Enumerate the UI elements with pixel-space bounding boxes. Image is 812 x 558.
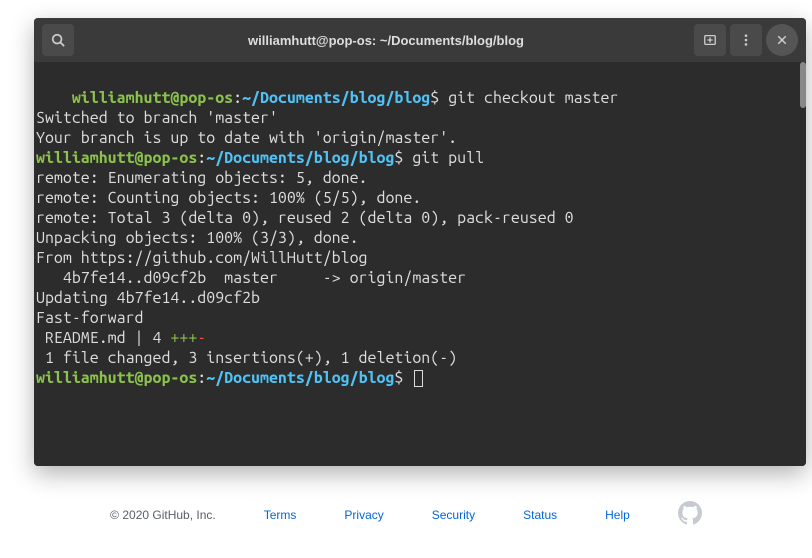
prompt-dollar: $ — [394, 369, 412, 387]
footer-link-terms[interactable]: Terms — [264, 508, 297, 522]
prompt-colon: : — [197, 149, 206, 167]
prompt-user: williamhutt@pop-os — [36, 369, 197, 387]
copyright-text: © 2020 GitHub, Inc. — [110, 508, 216, 522]
scrollbar[interactable] — [800, 62, 806, 108]
command-text: git pull — [412, 149, 484, 167]
window-title: williamhutt@pop-os: ~/Documents/blog/blo… — [78, 33, 694, 48]
prompt-path: ~/Documents/blog/blog — [206, 369, 394, 387]
output-line: 1 file changed, 3 insertions(+), 1 delet… — [36, 349, 457, 367]
prompt-path: ~/Documents/blog/blog — [242, 89, 430, 107]
kebab-menu-icon — [739, 33, 753, 47]
output-line: Switched to branch 'master' — [36, 109, 278, 127]
page-footer: © 2020 GitHub, Inc. Terms Privacy Securi… — [0, 501, 812, 528]
titlebar: williamhutt@pop-os: ~/Documents/blog/blo… — [34, 18, 806, 62]
output-line: Updating 4b7fe14..d09cf2b — [36, 289, 260, 307]
github-logo-icon[interactable] — [678, 501, 702, 528]
titlebar-controls — [694, 24, 798, 56]
prompt-dollar: $ — [430, 89, 448, 107]
search-button[interactable] — [42, 24, 74, 56]
output-line: Your branch is up to date with 'origin/m… — [36, 129, 457, 147]
prompt-dollar: $ — [394, 149, 412, 167]
output-line: Unpacking objects: 100% (3/3), done. — [36, 229, 359, 247]
diff-deletions: - — [197, 329, 206, 347]
footer-link-security[interactable]: Security — [432, 508, 475, 522]
output-line: 4b7fe14..d09cf2b master -> origin/master — [36, 269, 466, 287]
prompt-path: ~/Documents/blog/blog — [206, 149, 394, 167]
menu-button[interactable] — [730, 24, 762, 56]
footer-link-status[interactable]: Status — [523, 508, 557, 522]
terminal-window: williamhutt@pop-os: ~/Documents/blog/blo… — [34, 18, 806, 466]
prompt-user: williamhutt@pop-os — [72, 89, 233, 107]
terminal-body[interactable]: williamhutt@pop-os:~/Documents/blog/blog… — [34, 62, 806, 466]
footer-link-help[interactable]: Help — [605, 508, 630, 522]
output-line: Fast-forward — [36, 309, 144, 327]
close-button[interactable] — [766, 24, 798, 56]
output-line: From https://github.com/WillHutt/blog — [36, 249, 368, 267]
command-text: git checkout master — [448, 89, 618, 107]
new-tab-button[interactable] — [694, 24, 726, 56]
prompt-colon: : — [197, 369, 206, 387]
footer-link-privacy[interactable]: Privacy — [344, 508, 383, 522]
close-icon — [776, 34, 788, 46]
output-line: README.md | 4 — [36, 329, 170, 347]
output-line: remote: Enumerating objects: 5, done. — [36, 169, 368, 187]
search-icon — [51, 33, 65, 47]
new-tab-icon — [703, 33, 717, 47]
output-line: remote: Counting objects: 100% (5/5), do… — [36, 189, 421, 207]
diff-additions: +++ — [170, 329, 197, 347]
prompt-colon: : — [233, 89, 242, 107]
cursor — [414, 370, 423, 387]
output-line: remote: Total 3 (delta 0), reused 2 (del… — [36, 209, 574, 227]
prompt-user: williamhutt@pop-os — [36, 149, 197, 167]
